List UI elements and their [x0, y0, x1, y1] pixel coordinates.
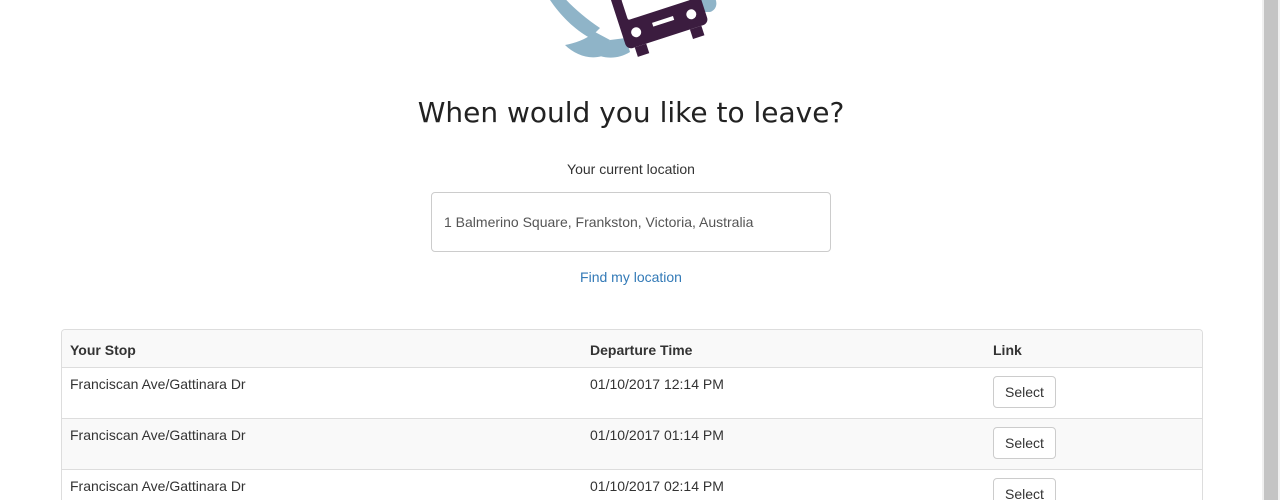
link-cell: Select — [985, 418, 1202, 470]
location-label: Your current location — [567, 161, 695, 177]
page: When would you like to leave? Your curre… — [0, 0, 1262, 500]
header-departure-time: Departure Time — [582, 330, 985, 368]
stop-cell: Franciscan Ave/Gattinara Dr — [62, 418, 582, 470]
link-cell: Select — [985, 367, 1202, 419]
departure-time-cell: 01/10/2017 01:14 PM — [582, 418, 985, 470]
table-row: Franciscan Ave/Gattinara Dr 01/10/2017 0… — [62, 418, 1202, 470]
stop-cell: Franciscan Ave/Gattinara Dr — [62, 469, 582, 500]
departure-time-cell: 01/10/2017 02:14 PM — [582, 469, 985, 500]
select-button[interactable]: Select — [993, 427, 1056, 459]
stop-cell: Franciscan Ave/Gattinara Dr — [62, 367, 582, 419]
vertical-scrollbar[interactable] — [1262, 0, 1280, 500]
find-my-location-link[interactable]: Find my location — [0, 269, 1262, 285]
select-button[interactable]: Select — [993, 376, 1056, 408]
link-cell: Select — [985, 469, 1202, 500]
departure-time-cell: 01/10/2017 12:14 PM — [582, 367, 985, 419]
page-title: When would you like to leave? — [417, 96, 845, 129]
bus-hand-logo-icon — [550, 0, 717, 58]
table-row: Franciscan Ave/Gattinara Dr 01/10/2017 1… — [62, 367, 1202, 419]
departures-table: Your Stop Departure Time Link Franciscan… — [61, 329, 1203, 500]
scrollbar-thumb[interactable] — [1264, 0, 1278, 500]
location-input[interactable] — [431, 192, 831, 252]
header-your-stop: Your Stop — [62, 330, 582, 368]
header-link: Link — [985, 330, 1202, 368]
table-header-row: Your Stop Departure Time Link — [62, 330, 1202, 368]
select-button[interactable]: Select — [993, 478, 1056, 500]
table-row: Franciscan Ave/Gattinara Dr 01/10/2017 0… — [62, 469, 1202, 500]
